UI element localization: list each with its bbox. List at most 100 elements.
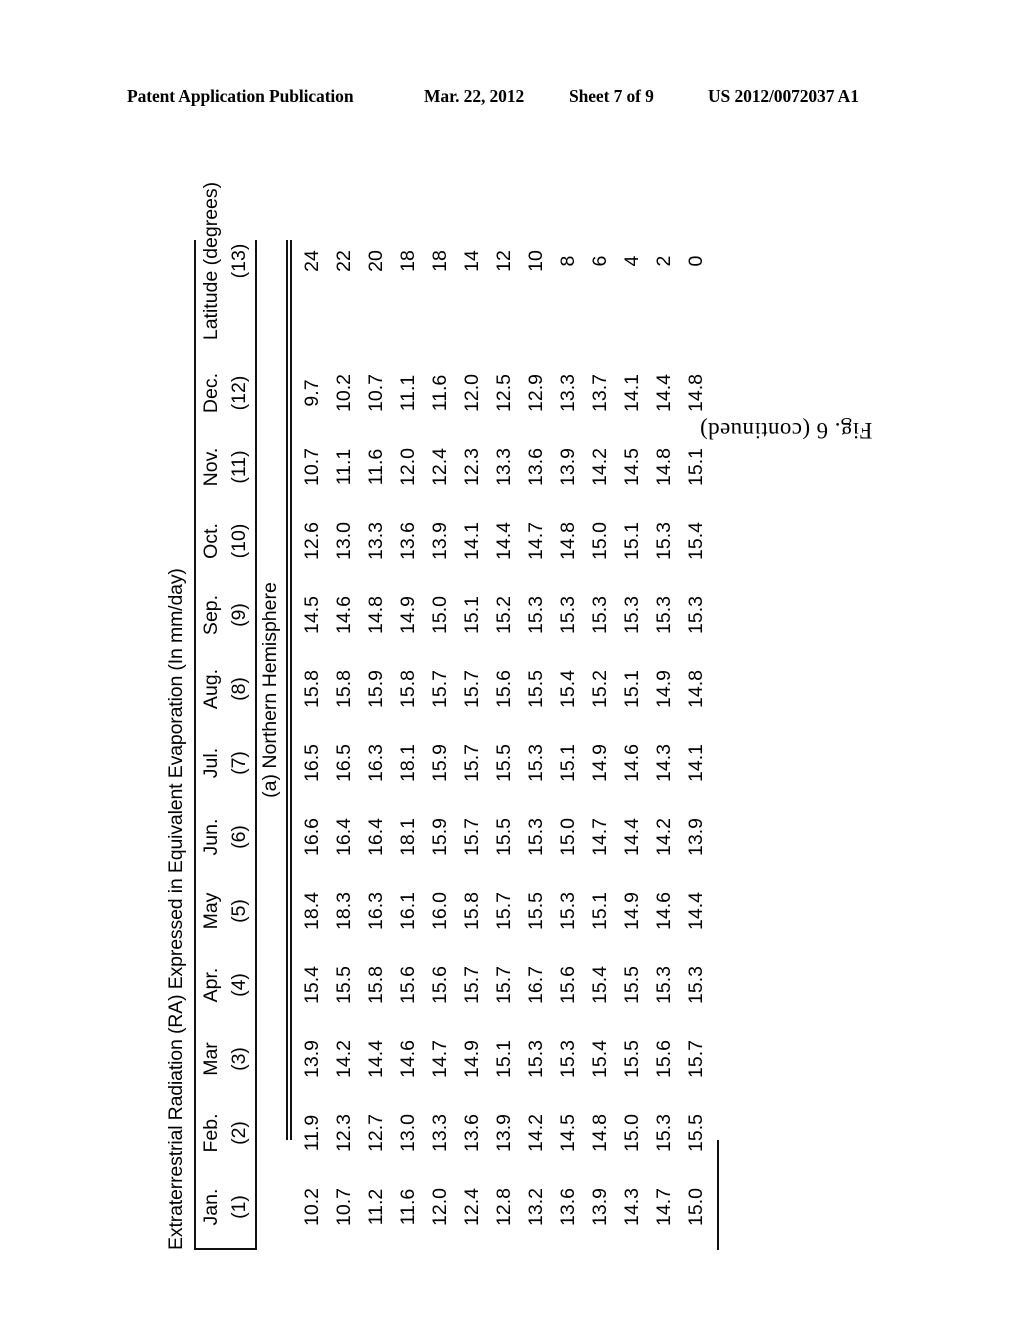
table-cell: 15.0 [429, 596, 451, 634]
table-cell: 16.4 [333, 818, 355, 856]
publication-date: Mar. 22, 2012 [424, 86, 525, 106]
figure-6-table: Extraterrestrial Radiation (RA) Expresse… [161, 160, 872, 1250]
table-cell: 14.4 [493, 522, 515, 560]
publication-label: Patent Application Publication [127, 86, 354, 106]
table-cell: 12.3 [461, 448, 483, 486]
column-header-number: (6) [228, 825, 250, 849]
section-rule-upper [286, 240, 288, 1140]
table-cell: 14.5 [301, 596, 323, 634]
table-cell: 15.3 [557, 1040, 579, 1078]
table-cell: 13.3 [429, 1114, 451, 1152]
table-cell: 15.7 [461, 966, 483, 1004]
table-cell: 13.2 [525, 1188, 547, 1226]
table-cell: 14.6 [397, 1040, 419, 1078]
table-cell: 15.7 [685, 1040, 707, 1078]
table-cell: 16.6 [301, 818, 323, 856]
table-cell: 14.8 [589, 1114, 611, 1152]
column-header-number: (1) [228, 1195, 250, 1219]
column-header-label: Sep. [200, 594, 222, 636]
table-cell: 10.7 [301, 448, 323, 486]
table-cell: 14.8 [557, 522, 579, 560]
table-cell: 14.4 [685, 892, 707, 930]
table-cell: 13.3 [365, 522, 387, 560]
table-cell: 14.7 [589, 818, 611, 856]
table-cell: 15.0 [685, 1188, 707, 1226]
section-label: (a) Northern Hemisphere [259, 582, 281, 798]
table-cell: 13.0 [333, 522, 355, 560]
column-header-number: (11) [228, 450, 250, 484]
table-cell: 15.5 [685, 1114, 707, 1152]
column-header-number: (2) [228, 1121, 250, 1145]
table-row: 10.2 11.9 13.9 15.4 18.4 16.6 16.5 15.8 14.5 12.6… [297, 160, 329, 1250]
table-cell: 16.5 [301, 744, 323, 782]
column-header-number: (5) [228, 899, 250, 923]
table-cell: 16.1 [397, 892, 419, 930]
column-header-number: (8) [228, 677, 250, 701]
table-cell: 15.9 [429, 818, 451, 856]
table-cell: 16.7 [525, 966, 547, 1004]
column-header-11: Nov. (11) [197, 430, 253, 504]
table-cell: 13.9 [557, 448, 579, 486]
column-header-label: May [200, 892, 222, 930]
column-header-number: (13) [228, 243, 250, 279]
table-cell: 12.4 [429, 448, 451, 486]
table-cell: 15.4 [685, 522, 707, 560]
table-cell: 15.6 [653, 1040, 675, 1078]
table-cell: 15.1 [589, 892, 611, 930]
column-header-5: May (5) [197, 874, 253, 948]
table-cell: 15.8 [397, 670, 419, 708]
table-cell: 12.7 [365, 1114, 387, 1152]
table-cell: 15.0 [589, 522, 611, 560]
table-row: 11.2 12.7 14.4 15.8 16.3 16.4 16.3 15.9 14.8 13.3… [361, 160, 393, 1250]
table-cell: 18.3 [333, 892, 355, 930]
table-cell: 15.6 [557, 966, 579, 1004]
table-row: 14.7 15.3 15.6 15.3 14.6 14.2 14.3 14.9 15.3 15.3… [649, 160, 681, 1250]
table-cell: 13.6 [557, 1188, 579, 1226]
table-cell: 15.2 [589, 670, 611, 708]
table-cell: 15.3 [525, 1040, 547, 1078]
table-cell: 14.6 [333, 596, 355, 634]
table-cell: 14.4 [621, 818, 643, 856]
table-title: Extraterrestrial Radiation (RA) Expresse… [165, 568, 187, 1250]
column-header-label: Oct. [200, 523, 222, 559]
table-cell: 14.3 [653, 744, 675, 782]
table-cell: 14.9 [461, 1040, 483, 1078]
table-cell: 15.3 [653, 966, 675, 1004]
table-cell: 15.5 [525, 670, 547, 708]
table-cell: 15.2 [493, 596, 515, 634]
table-cell: 15.7 [429, 670, 451, 708]
column-header-label: Jun. [200, 818, 222, 856]
table-cell: 15.5 [493, 744, 515, 782]
column-header-number: (7) [228, 751, 250, 775]
table-cell: 15.0 [621, 1114, 643, 1152]
table-cell: 15.7 [493, 966, 515, 1004]
column-header-13: Latitude (degrees) (13) [197, 166, 253, 356]
table-cell: 15.8 [461, 892, 483, 930]
table-cell: 15.3 [653, 522, 675, 560]
table-cell: 15.3 [685, 966, 707, 1004]
table-cell: 11.6 [365, 448, 387, 486]
table-cell: 15.4 [301, 966, 323, 1004]
table-cell: 13.6 [461, 1114, 483, 1152]
latitude-cell: 22 [333, 250, 355, 272]
column-header-label: Feb. [200, 1113, 222, 1153]
table-row: 12.8 13.9 15.1 15.7 15.7 15.5 15.5 15.6 15.2 14.4… [489, 160, 521, 1250]
table-cell: 16.3 [365, 892, 387, 930]
latitude-cell: 6 [589, 255, 611, 267]
table-cell: 15.3 [589, 596, 611, 634]
table-cell: 15.5 [525, 892, 547, 930]
column-header-10: Oct. (10) [197, 504, 253, 578]
latitude-cell: 4 [621, 255, 643, 267]
table-cell: 15.3 [621, 596, 643, 634]
table-cell: 13.3 [493, 448, 515, 486]
table-cell: 13.9 [685, 818, 707, 856]
table-cell: 14.5 [557, 1114, 579, 1152]
table-cell: 10.7 [333, 1188, 355, 1226]
table-row: 10.7 12.3 14.2 15.5 18.3 16.4 16.5 15.8 14.6 13.0… [329, 160, 361, 1250]
table-cell: 18.1 [397, 744, 419, 782]
table-cell: 14.9 [653, 670, 675, 708]
column-header-6: Jun. (6) [197, 800, 253, 874]
table-cell: 15.8 [333, 670, 355, 708]
table-cell: 12.9 [525, 374, 547, 412]
table-cell: 10.7 [365, 374, 387, 412]
